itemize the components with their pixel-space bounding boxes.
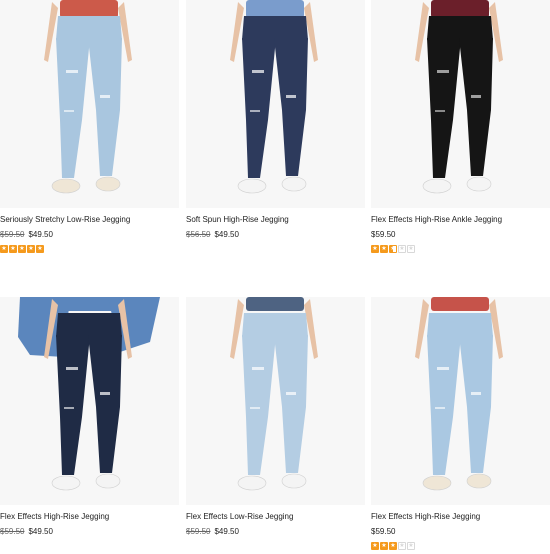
sale-price: $59.50 [371,527,396,536]
product-card[interactable]: Flex Effects High-Rise Jegging $59.50 $49.… [0,297,179,537]
star-rating[interactable] [371,541,550,551]
product-name[interactable]: Soft Spun High-Rise Jegging [186,214,365,225]
product-card[interactable]: Soft Spun High-Rise Jegging $56.50 $49.50 [186,0,365,240]
product-image[interactable] [186,297,365,505]
jeans-photo-icon [0,297,179,505]
product-card[interactable]: Flex Effects High-Rise Jegging $59.50 [371,297,550,551]
jeans-photo-icon [371,0,550,208]
sale-price: $49.50 [214,230,239,239]
product-price: $59.50 $49.50 [0,229,179,240]
product-price: $59.50 $49.50 [186,526,365,537]
product-card[interactable]: Seriously Stretchy Low-Rise Jegging $59.5… [0,0,179,254]
product-card[interactable]: Flex Effects High-Rise Ankle Jegging $59.… [371,0,550,254]
product-image[interactable] [0,297,179,505]
product-price: $56.50 $49.50 [186,229,365,240]
jeans-photo-icon [0,0,179,208]
product-name[interactable]: Seriously Stretchy Low-Rise Jegging [0,214,179,225]
sale-price: $49.50 [28,527,53,536]
star-icon [389,541,397,551]
original-price: $59.50 [186,527,211,536]
product-name[interactable]: Flex Effects High-Rise Jegging [0,511,179,522]
star-icon [36,244,44,254]
jeans-photo-icon [371,297,550,505]
product-name[interactable]: Flex Effects High-Rise Ankle Jegging [371,214,550,225]
star-icon [407,541,415,551]
product-price: $59.50 [371,526,550,537]
original-price: $56.50 [186,230,211,239]
star-icon [0,244,8,254]
product-image[interactable] [0,0,179,208]
sale-price: $49.50 [214,527,239,536]
star-rating[interactable] [0,244,179,254]
product-price: $59.50 $49.50 [0,526,179,537]
star-icon [398,541,406,551]
product-name[interactable]: Flex Effects High-Rise Jegging [371,511,550,522]
jeans-photo-icon [186,0,365,208]
product-image[interactable] [371,0,550,208]
product-name[interactable]: Flex Effects Low-Rise Jegging [186,511,365,522]
product-image[interactable] [186,0,365,208]
product-image[interactable] [371,297,550,505]
original-price: $59.50 [0,527,25,536]
jeans-photo-icon [186,297,365,505]
star-icon [18,244,26,254]
sale-price: $59.50 [371,230,396,239]
star-rating[interactable] [371,244,550,254]
sale-price: $49.50 [28,230,53,239]
star-icon [398,244,406,254]
product-card[interactable]: Flex Effects Low-Rise Jegging $59.50 $49.5… [186,297,365,537]
star-icon [9,244,17,254]
star-icon [407,244,415,254]
star-icon [380,541,388,551]
product-price: $59.50 [371,229,550,240]
star-icon [371,541,379,551]
star-icon [380,244,388,254]
star-icon [371,244,379,254]
original-price: $59.50 [0,230,25,239]
star-icon [389,244,397,254]
star-icon [27,244,35,254]
